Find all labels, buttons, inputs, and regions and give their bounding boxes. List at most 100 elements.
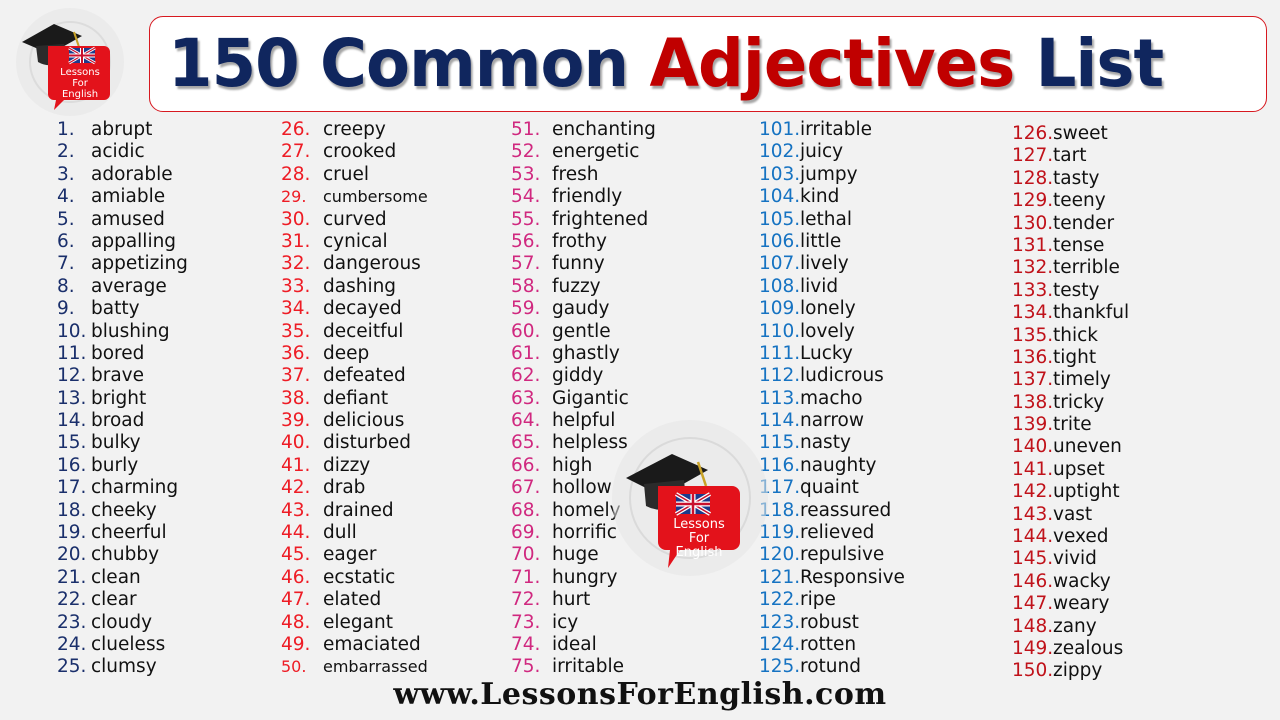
item-word: quaint	[800, 477, 859, 499]
item-number: 129.	[1012, 190, 1054, 212]
item-word: fresh	[552, 163, 599, 185]
item-word: tart	[1053, 145, 1087, 167]
list-item: 113.macho	[759, 388, 905, 410]
list-item: 137.timely	[1012, 369, 1129, 391]
item-word: bright	[91, 387, 147, 409]
item-number: 41.	[281, 454, 311, 476]
item-number: 10.	[57, 320, 87, 342]
item-number: 22.	[57, 589, 87, 611]
title-accent: Adjectives	[649, 25, 1015, 102]
list-item: 21. clean	[57, 567, 188, 589]
item-word: macho	[800, 387, 863, 409]
list-item: 122.ripe	[759, 589, 905, 611]
list-item: 13. bright	[57, 388, 188, 410]
item-word: amiable	[91, 186, 166, 208]
list-item: 134.thankful	[1012, 302, 1129, 324]
website-url[interactable]: www.LessonsForEnglish.com	[0, 677, 1280, 712]
item-word: clear	[91, 589, 137, 611]
item-number: 65.	[511, 432, 541, 454]
item-word: Lucky	[800, 342, 853, 364]
item-word: zealous	[1053, 637, 1124, 659]
item-number: 107.	[759, 253, 801, 275]
item-number: 73.	[511, 611, 541, 633]
item-number: 51.	[511, 119, 541, 140]
item-word: trite	[1053, 414, 1092, 436]
item-word: deceitful	[323, 320, 404, 342]
item-word: ripe	[800, 589, 836, 611]
list-item: 39. delicious	[281, 410, 428, 432]
list-item: 112.ludicrous	[759, 365, 905, 387]
list-item: 58. fuzzy	[511, 276, 656, 298]
item-word: acidic	[91, 141, 145, 163]
adjective-column-2: 26. creepy 27. crooked 28. cruel 29. cumbersome…	[281, 119, 428, 679]
list-item: 138.tricky	[1012, 392, 1129, 414]
item-word: terrible	[1053, 257, 1120, 279]
item-word: zany	[1053, 615, 1097, 637]
item-word: lively	[800, 253, 849, 275]
item-number: 108.	[759, 275, 801, 297]
list-item: 15. bulky	[57, 432, 188, 454]
item-number: 30.	[281, 208, 311, 230]
list-item: 6. appalling	[57, 231, 188, 253]
item-word: fuzzy	[552, 275, 601, 297]
list-item: 42. drab	[281, 477, 428, 499]
item-number: 43.	[281, 499, 311, 521]
item-number: 45.	[281, 544, 311, 566]
list-item: 104.kind	[759, 186, 905, 208]
list-item: 148.zany	[1012, 616, 1129, 638]
item-word: clumsy	[91, 656, 157, 678]
list-item: 54. friendly	[511, 186, 656, 208]
item-word: gaudy	[552, 298, 610, 320]
item-number: 19.	[57, 522, 87, 544]
item-word: livid	[800, 275, 839, 297]
item-number: 24.	[57, 633, 87, 655]
list-item: 12. brave	[57, 365, 188, 387]
watermark-text-line1: Lessons	[673, 517, 725, 532]
list-item: 18. cheeky	[57, 500, 188, 522]
item-number: 111.	[759, 342, 801, 364]
list-item: 51. enchanting	[511, 119, 656, 141]
item-word: rotund	[800, 656, 861, 678]
item-word: funny	[552, 253, 605, 275]
item-number: 33.	[281, 275, 311, 297]
list-item: 36. deep	[281, 343, 428, 365]
list-item: 125.rotund	[759, 656, 905, 678]
list-item: 47. elated	[281, 589, 428, 611]
item-number: 135.	[1012, 324, 1054, 346]
item-number: 106.	[759, 230, 801, 252]
list-item: 29. cumbersome	[281, 186, 428, 208]
item-word: broad	[91, 410, 145, 432]
list-item: 16. burly	[57, 455, 188, 477]
adjective-column-5: 126.sweet 127.tart 128.tasty 129.teeny 130.t…	[1012, 123, 1129, 683]
item-number: 144.	[1012, 526, 1054, 548]
item-number: 54.	[511, 186, 541, 208]
list-item: 26. creepy	[281, 119, 428, 141]
item-word: ecstatic	[323, 566, 396, 588]
item-number: 61.	[511, 342, 541, 364]
item-number: 47.	[281, 589, 311, 611]
list-item: 52. energetic	[511, 141, 656, 163]
item-word: lethal	[800, 208, 852, 230]
item-number: 27.	[281, 141, 311, 163]
list-item: 59. gaudy	[511, 298, 656, 320]
list-item: 2. acidic	[57, 141, 188, 163]
item-number: 9.	[57, 298, 75, 320]
item-word: adorable	[91, 163, 173, 185]
list-item: 131.tense	[1012, 235, 1129, 257]
watermark-text-line3: English	[676, 545, 723, 560]
item-word: sweet	[1053, 123, 1108, 144]
list-item: 40. disturbed	[281, 432, 428, 454]
list-item: 27. crooked	[281, 141, 428, 163]
list-item: 72. hurt	[511, 589, 656, 611]
item-number: 62.	[511, 365, 541, 387]
adjective-column-4: 101.irritable 102.juicy 103.jumpy 104.kind 1…	[759, 119, 905, 679]
item-number: 53.	[511, 163, 541, 185]
list-item: 46. ecstatic	[281, 567, 428, 589]
list-item: 115.nasty	[759, 432, 905, 454]
list-item: 140.uneven	[1012, 436, 1129, 458]
item-number: 126.	[1012, 123, 1054, 144]
item-word: kind	[800, 186, 840, 208]
item-number: 38.	[281, 387, 311, 409]
item-number: 2.	[57, 141, 75, 163]
item-number: 25.	[57, 656, 87, 678]
